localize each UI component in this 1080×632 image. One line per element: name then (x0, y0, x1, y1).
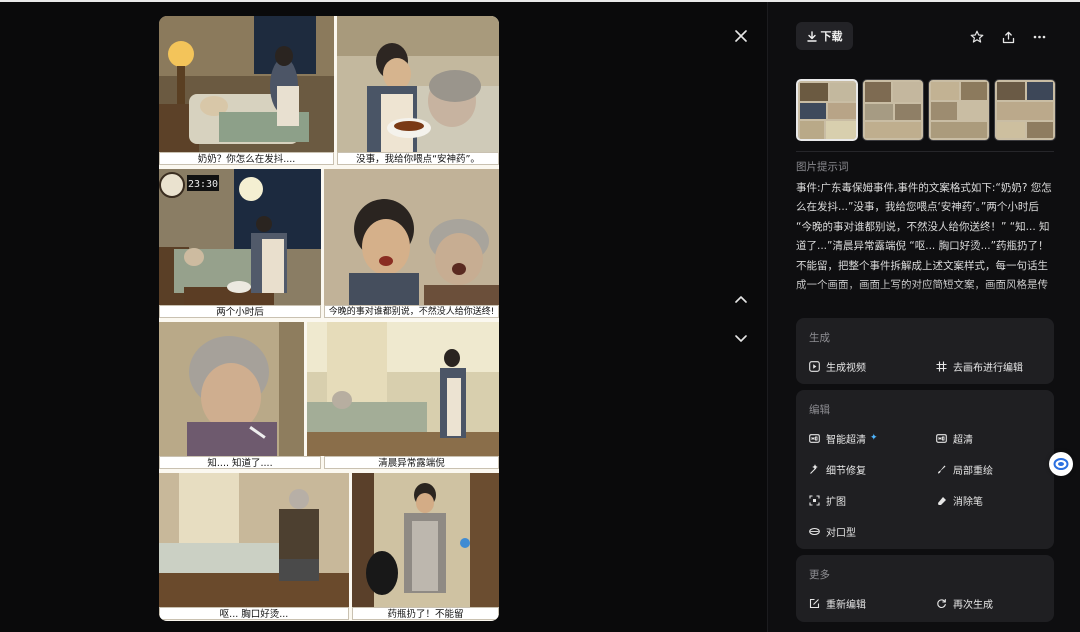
canvas-icon (936, 361, 947, 372)
download-button[interactable]: 下载 (796, 22, 853, 50)
prompt-text: 事件:广东毒保姆事件,事件的文案格式如下:“奶奶? 您怎么在发抖...”没事，我… (796, 182, 1052, 291)
expand-image-label: 扩图 (826, 496, 846, 508)
smart-hd-button[interactable]: 智能超清 ✦ (809, 431, 878, 446)
share-icon (1002, 31, 1014, 43)
caption-6: 清晨异常露端倪 (324, 456, 499, 469)
download-icon (806, 30, 817, 42)
regenerate-label: 再次生成 (953, 599, 993, 611)
caption-4: 今晚的事对谁都别说，不然没人给你送终! (324, 305, 499, 318)
generate-section: 生成 生成视频 去画布进行编辑 (796, 318, 1054, 384)
share-button[interactable] (999, 28, 1017, 46)
video-icon (809, 360, 820, 372)
comic-panel-3: 23:30 (159, 169, 321, 305)
eraser-button[interactable]: 消除笔 (936, 493, 983, 508)
thumbnail-strip (796, 79, 1062, 143)
thumbnail-1[interactable] (796, 79, 858, 141)
lip-sync-button[interactable]: 对口型 (809, 524, 856, 539)
clock-display: 23:30 (188, 179, 218, 190)
local-repaint-label: 局部重绘 (953, 465, 993, 477)
caption-5: 知.... 知道了.... (159, 456, 321, 469)
close-viewer-button[interactable] (731, 26, 751, 46)
caption-1: 奶奶？你怎么在发抖.... (159, 152, 334, 165)
caption-8: 药瓶扔了！不能留 (352, 607, 499, 620)
generate-section-title: 生成 (809, 332, 830, 344)
edit-on-canvas-button[interactable]: 去画布进行编辑 (936, 359, 1023, 374)
prompt-fade (796, 282, 1056, 304)
edit-section: 编辑 智能超清 ✦ 超清 细节修复 局部重绘 扩图 消除笔 对口型 (796, 390, 1054, 549)
more-options-button[interactable] (1030, 28, 1048, 46)
generate-video-button[interactable]: 生成视频 (809, 359, 866, 374)
comic-image[interactable]: 23:30 奶奶？你怎么在发抖.... 没事，我给你喂点“安神药”。 两个小时后… (159, 16, 499, 621)
refresh-icon (936, 598, 947, 609)
more-icon (1033, 35, 1045, 39)
magic-wand-icon (809, 463, 820, 475)
more-section-title: 更多 (809, 569, 830, 581)
comic-panel-1 (159, 16, 334, 152)
sparkle-icon: ✦ (870, 433, 878, 443)
thumbnail-3[interactable] (928, 79, 990, 141)
previous-image-button[interactable] (731, 289, 751, 309)
thumbnail-2[interactable] (862, 79, 924, 141)
next-image-button[interactable] (731, 329, 751, 349)
details-sidebar: 下载 图片提示词 事件:广东毒保姆事件,事件的文案格式如下:“奶奶? 您怎么在发… (768, 2, 1080, 632)
hd-icon (936, 433, 947, 444)
detail-repair-label: 细节修复 (826, 465, 866, 477)
lip-sync-label: 对口型 (826, 527, 856, 539)
caption-3: 两个小时后 (159, 305, 321, 318)
assistant-icon (1053, 458, 1069, 470)
detail-repair-button[interactable]: 细节修复 (809, 462, 866, 477)
star-icon (970, 30, 984, 43)
caption-7: 呕... 胸口好烫... (159, 607, 349, 620)
local-repaint-button[interactable]: 局部重绘 (936, 462, 993, 477)
prompt-title: 图片提示词 (796, 161, 849, 173)
download-label: 下载 (820, 30, 843, 43)
eraser-icon (936, 495, 947, 506)
more-section: 更多 重新编辑 再次生成 (796, 555, 1054, 622)
re-edit-button[interactable]: 重新编辑 (809, 596, 866, 611)
comic-panel-7 (159, 473, 349, 607)
comic-panel-6 (307, 322, 499, 456)
comic-panel-8 (352, 473, 499, 607)
generate-video-label: 生成视频 (826, 362, 866, 374)
comic-panel-2 (337, 16, 499, 152)
repaint-icon (936, 464, 947, 475)
chevron-up-icon (735, 296, 747, 303)
re-edit-icon (809, 598, 820, 609)
comic-panel-4 (324, 169, 499, 305)
thumbnail-divider (796, 151, 1054, 152)
favorite-button[interactable] (968, 28, 986, 46)
smart-hd-label: 智能超清 (826, 434, 866, 446)
edit-section-title: 编辑 (809, 404, 830, 416)
eraser-label: 消除笔 (953, 496, 983, 508)
lips-icon (809, 526, 820, 537)
close-icon (735, 30, 747, 42)
smart-hd-icon (809, 433, 820, 444)
edit-on-canvas-label: 去画布进行编辑 (953, 362, 1023, 374)
hd-button[interactable]: 超清 (936, 431, 973, 446)
thumbnail-4[interactable] (994, 79, 1056, 141)
hd-label: 超清 (953, 434, 973, 446)
floating-assistant-button[interactable] (1049, 452, 1073, 476)
comic-panel-5 (159, 322, 304, 456)
expand-icon (809, 494, 820, 506)
re-edit-label: 重新编辑 (826, 599, 866, 611)
chevron-down-icon (735, 335, 747, 342)
caption-2: 没事，我给你喂点“安神药”。 (337, 152, 499, 165)
expand-image-button[interactable]: 扩图 (809, 493, 846, 508)
regenerate-button[interactable]: 再次生成 (936, 596, 993, 611)
